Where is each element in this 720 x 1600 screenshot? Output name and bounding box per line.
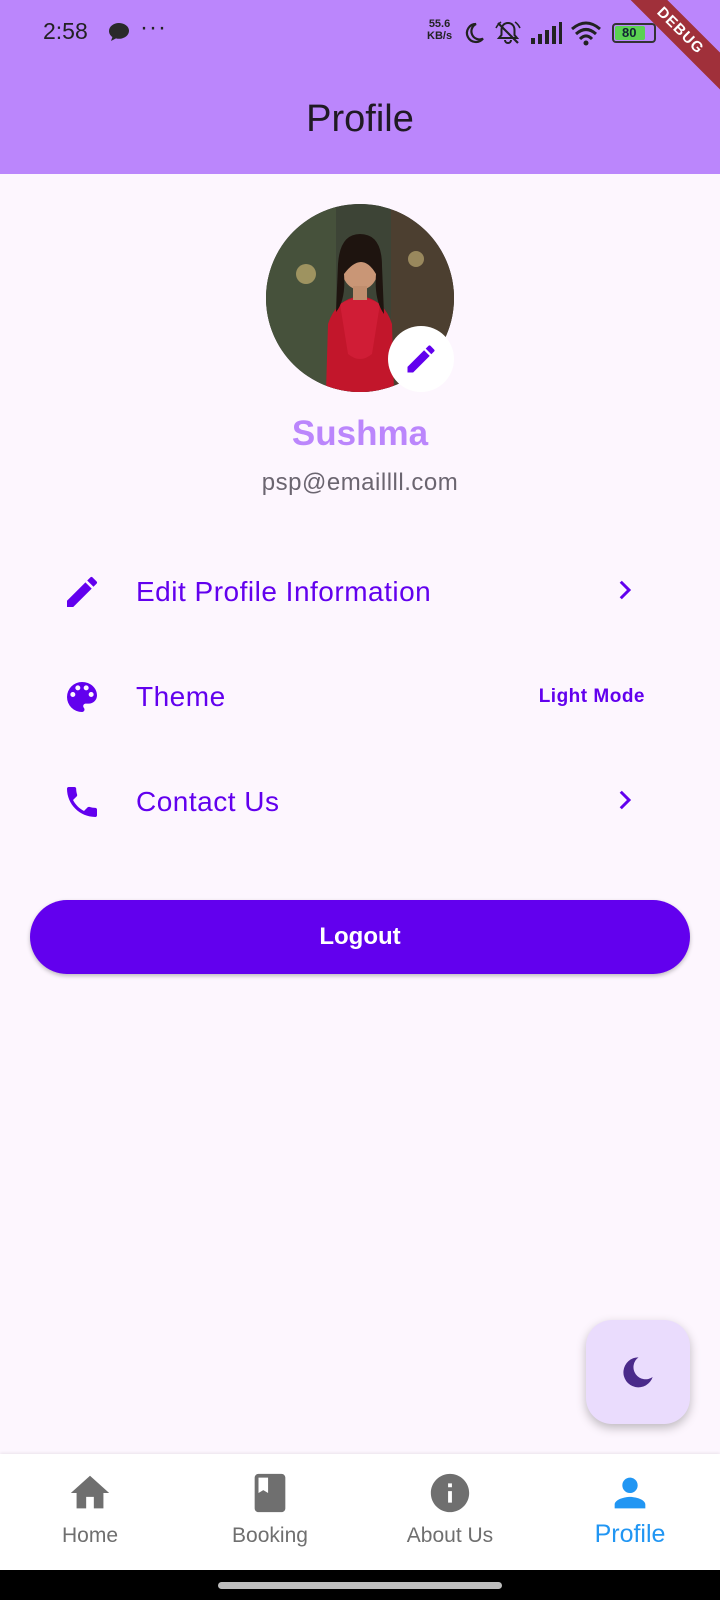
pencil-icon — [407, 345, 435, 373]
system-nav-bar — [0, 1570, 720, 1600]
app-bar: 2:58 ··· 55.6 KB/s 80 DEBUG Profile — [0, 0, 720, 174]
menu-item-label: Edit Profile Information — [136, 576, 432, 607]
person-icon — [607, 1470, 653, 1516]
menu-item-contact-us[interactable]: Contact Us — [60, 770, 660, 834]
theme-mode-value[interactable]: Light Mode — [539, 686, 645, 708]
nav-label: Home — [61, 1524, 119, 1547]
home-gesture-handle[interactable] — [218, 1582, 502, 1589]
nav-item-home[interactable]: Home — [0, 1454, 180, 1570]
menu-item-label: Contact Us — [136, 786, 280, 817]
muted-bell-icon — [495, 21, 521, 44]
info-icon — [427, 1470, 473, 1516]
page-title: Profile — [306, 98, 414, 140]
nav-label: Booking — [232, 1524, 308, 1547]
menu-item-label: Theme — [136, 681, 226, 712]
edit-avatar-button[interactable] — [388, 326, 454, 392]
status-icons: 80 — [462, 18, 656, 48]
bottom-navigation: Home Booking About Us Profile — [0, 1454, 720, 1570]
net-speed: 55.6 KB/s — [427, 18, 452, 42]
chevron-right-icon — [610, 785, 640, 820]
pencil-icon — [60, 570, 104, 614]
chevron-right-icon — [610, 575, 640, 610]
menu-item-edit-profile[interactable]: Edit Profile Information — [60, 560, 660, 624]
profile-email: psp@emaillll.com — [261, 469, 459, 496]
theme-toggle-fab[interactable] — [586, 1320, 690, 1424]
net-speed-unit: KB/s — [427, 30, 453, 42]
chat-bubble-icon — [109, 23, 129, 41]
wifi-icon — [571, 21, 601, 46]
menu-item-theme[interactable]: Theme Light Mode — [60, 665, 660, 729]
logout-button[interactable]: Logout — [30, 900, 690, 974]
nav-label: Profile — [594, 1520, 666, 1548]
home-icon — [67, 1470, 113, 1516]
battery-icon: 80 — [612, 23, 656, 43]
battery-level: 80 — [622, 25, 637, 40]
status-bar: 2:58 ··· 55.6 KB/s 80 — [0, 0, 720, 64]
nav-item-about-us[interactable]: About Us — [360, 1454, 540, 1570]
more-notifications-icon: ··· — [140, 14, 167, 41]
palette-icon — [60, 675, 104, 719]
profile-name: Sushma — [291, 414, 429, 453]
moon-icon — [623, 1357, 653, 1388]
book-icon — [247, 1470, 293, 1516]
net-speed-value: 55.6 — [428, 18, 451, 30]
dnd-moon-icon — [465, 22, 484, 44]
status-time: 2:58 — [43, 18, 88, 44]
signal-icon — [531, 22, 562, 44]
phone-icon — [60, 780, 104, 824]
nav-label: About Us — [406, 1524, 494, 1547]
nav-item-booking[interactable]: Booking — [180, 1454, 360, 1570]
nav-item-profile[interactable]: Profile — [540, 1454, 720, 1570]
